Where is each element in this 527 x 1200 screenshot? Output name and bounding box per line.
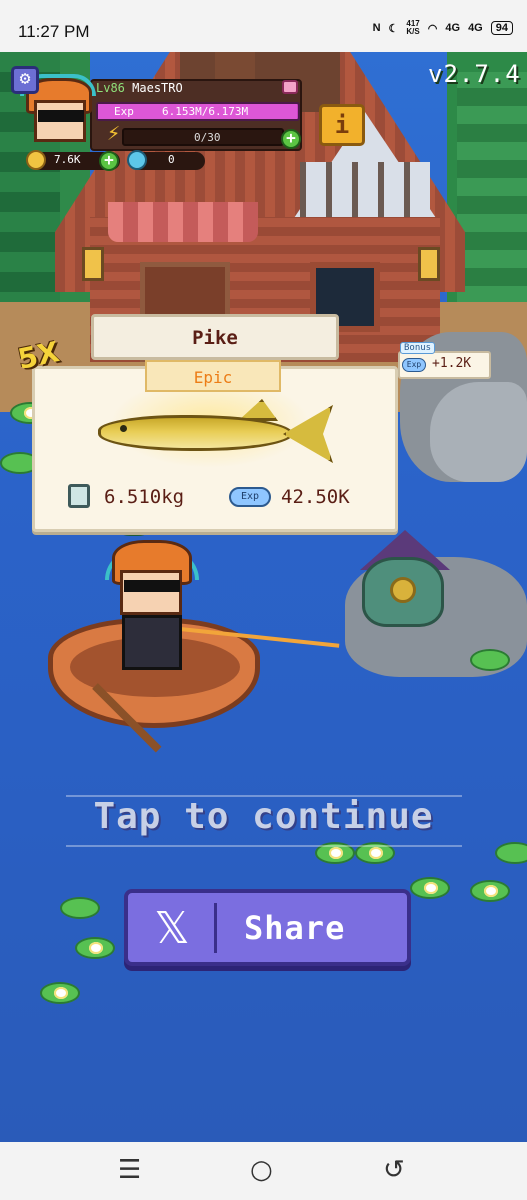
bonus-value: +1.2K bbox=[432, 356, 472, 371]
settings-button[interactable]: ⚙ bbox=[11, 66, 39, 94]
gear-icon: ⚙ bbox=[19, 68, 31, 89]
avatar-sunglasses bbox=[38, 110, 84, 122]
house-awning bbox=[108, 202, 258, 242]
gem-icon bbox=[127, 150, 147, 170]
frog-medal-icon bbox=[390, 577, 416, 603]
trees-right bbox=[457, 72, 527, 322]
signal-2: 4G bbox=[468, 22, 483, 34]
player-sunglasses bbox=[124, 580, 180, 592]
fish-name-tab: Pike bbox=[91, 314, 339, 360]
lily-pad bbox=[495, 842, 527, 864]
tap-to-continue[interactable]: Tap to continue bbox=[0, 796, 527, 837]
lily-pad bbox=[60, 897, 100, 919]
moon-icon: ☾ bbox=[388, 22, 399, 35]
lily-pad bbox=[410, 877, 450, 899]
signal-1: 4G bbox=[445, 22, 461, 34]
nfc-icon: N bbox=[372, 22, 381, 34]
info-button[interactable]: i bbox=[319, 104, 365, 146]
exp-bar-value: 6.153M/6.173M bbox=[162, 105, 249, 118]
net-speed: 417 K/S bbox=[406, 19, 420, 36]
profile-badge-icon[interactable] bbox=[282, 80, 298, 94]
lily-pad bbox=[470, 649, 510, 671]
status-time: 11:27 PM bbox=[18, 22, 90, 41]
lantern-left bbox=[82, 247, 104, 281]
player-body bbox=[122, 615, 182, 670]
player-name: MaesTRO bbox=[132, 81, 183, 95]
share-label: Share bbox=[244, 909, 346, 947]
status-bar: 11:27 PM N ☾ 417 K/S ◠ 4G 4G 94 bbox=[0, 0, 527, 52]
status-icons: N ☾ 417 K/S ◠ 4G 4G 94 bbox=[373, 20, 513, 36]
share-divider bbox=[214, 903, 217, 953]
bonus-label: Bonus bbox=[400, 342, 436, 354]
coin-icon bbox=[26, 150, 46, 170]
fish-rarity: Epic bbox=[193, 368, 233, 387]
lantern-right bbox=[418, 247, 440, 281]
rock-right-light bbox=[430, 382, 527, 482]
battery-indicator: 94 bbox=[490, 21, 513, 35]
recents-icon[interactable]: ☰ bbox=[118, 1156, 141, 1184]
player-face bbox=[120, 570, 182, 615]
version-label: v2.7.4 bbox=[428, 60, 521, 88]
lightning-icon: ⚡ bbox=[107, 121, 121, 146]
fish-name: Pike bbox=[192, 327, 238, 349]
exp-bar: Exp 6.153M/6.173M bbox=[96, 102, 300, 121]
back-icon[interactable]: ↺ bbox=[383, 1156, 405, 1184]
fish-tail bbox=[283, 405, 333, 463]
rarity-tab: Epic bbox=[145, 360, 281, 392]
lily-pad bbox=[40, 982, 80, 1004]
exp-gain: 42.50K bbox=[281, 486, 350, 508]
add-coins-button[interactable]: + bbox=[99, 151, 119, 171]
fish-eye bbox=[120, 425, 127, 432]
fish-body bbox=[98, 415, 293, 451]
player-level: Lv86 bbox=[96, 81, 125, 95]
exp-badge: Exp bbox=[229, 487, 271, 507]
lily-pad bbox=[75, 937, 115, 959]
player-name-row: Lv86 MaesTRO bbox=[96, 81, 183, 95]
fish-weight: 6.510kg bbox=[104, 486, 185, 508]
bonus-exp-badge: Exp bbox=[402, 358, 426, 372]
energy-bar: 0/30 bbox=[122, 128, 284, 146]
player-character bbox=[100, 540, 200, 675]
pike-fish-icon bbox=[98, 397, 333, 467]
game-scene[interactable] bbox=[0, 52, 527, 1142]
navigation-bar: ☰ ○ ↺ bbox=[0, 1142, 527, 1200]
scale-icon bbox=[68, 484, 90, 508]
tap-divider-bottom bbox=[66, 845, 462, 847]
energy-value: 0/30 bbox=[194, 131, 221, 144]
x-logo-icon: 𝕏 bbox=[154, 903, 190, 954]
gems-value: 0 bbox=[168, 153, 175, 166]
wifi-icon: ◠ bbox=[427, 22, 438, 35]
home-icon[interactable]: ○ bbox=[250, 1156, 273, 1184]
exp-bar-label: Exp bbox=[114, 105, 134, 118]
share-button[interactable]: 𝕏 Share bbox=[124, 889, 411, 966]
add-energy-button[interactable]: + bbox=[281, 129, 301, 149]
lily-pad bbox=[470, 880, 510, 902]
coins-value: 7.6K bbox=[54, 153, 81, 166]
